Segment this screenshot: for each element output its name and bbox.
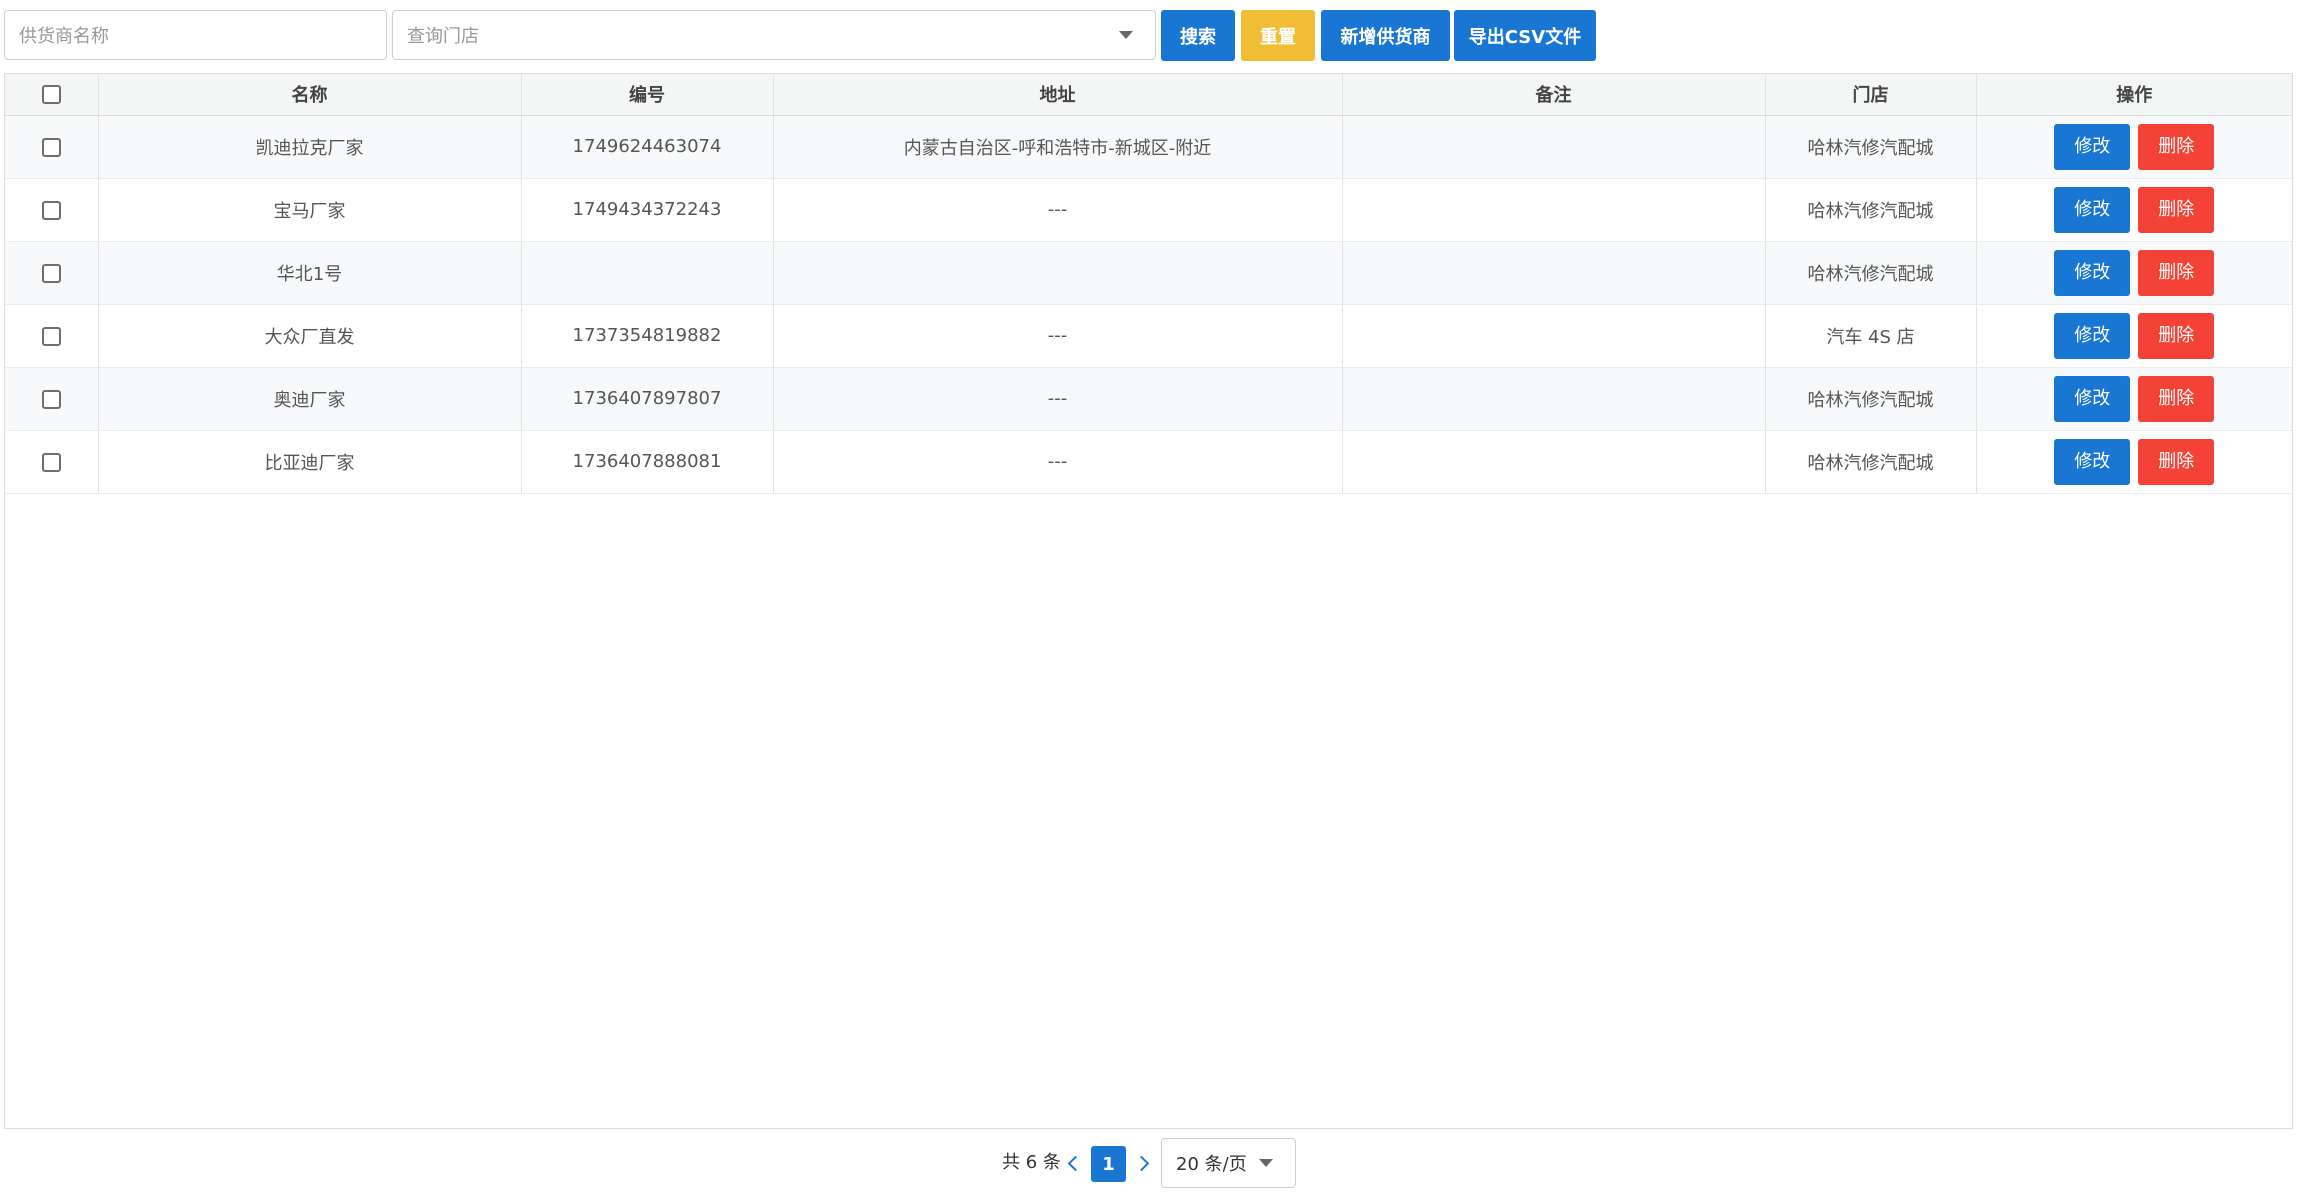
column-header-name[interactable]: 名称 [98, 74, 522, 116]
table-row: 奥迪厂家 1736407897807 --- 哈林汽修汽配城 修改 删除 [5, 367, 2292, 431]
cell-address [773, 241, 1343, 305]
cell-store: 哈林汽修汽配城 [1765, 241, 1977, 305]
row-checkbox[interactable] [41, 263, 61, 283]
row-checkbox[interactable] [41, 326, 61, 346]
cell-code: 1749434372243 [521, 178, 774, 242]
page-size-label: 20 条/页 [1176, 1154, 1247, 1175]
supplier-name-placeholder: 供货商名称 [19, 26, 109, 47]
table-row: 凯迪拉克厂家 1749624463074 内蒙古自治区-呼和浩特市-新城区-附近… [5, 115, 2292, 179]
cell-address: 内蒙古自治区-呼和浩特市-新城区-附近 [773, 115, 1343, 179]
dropdown-caret-icon [1259, 1159, 1273, 1167]
column-header-store[interactable]: 门店 [1765, 74, 1977, 116]
column-header-code[interactable]: 编号 [521, 74, 774, 116]
select-all-cell [5, 74, 99, 116]
export-csv-button[interactable]: 导出CSV文件 [1454, 10, 1596, 61]
column-header-actions: 操作 [1976, 74, 2292, 116]
table-row: 比亚迪厂家 1736407888081 --- 哈林汽修汽配城 修改 删除 [5, 430, 2292, 494]
table-row: 宝马厂家 1749434372243 --- 哈林汽修汽配城 修改 删除 [5, 178, 2292, 242]
total-count: 共 6 条 [1002, 1152, 1061, 1173]
page-number-button[interactable]: 1 [1091, 1146, 1126, 1182]
edit-button[interactable]: 修改 [2054, 186, 2131, 233]
chevron-left-icon [1067, 1155, 1083, 1171]
cell-address: --- [773, 304, 1343, 368]
supplier-table: 名称 编号 地址 备注 门店 操作 凯迪拉克厂家 1749624463074 内… [4, 73, 2293, 1129]
cell-name: 奥迪厂家 [98, 367, 522, 431]
edit-button[interactable]: 修改 [2054, 123, 2131, 170]
cell-actions: 修改 删除 [1976, 367, 2292, 431]
delete-button[interactable]: 删除 [2138, 249, 2215, 296]
table-row: 华北1号 哈林汽修汽配城 修改 删除 [5, 241, 2292, 305]
cell-code: 1749624463074 [521, 115, 774, 179]
cell-name: 凯迪拉克厂家 [98, 115, 522, 179]
delete-button[interactable]: 删除 [2138, 438, 2215, 485]
cell-name: 比亚迪厂家 [98, 430, 522, 494]
delete-button[interactable]: 删除 [2138, 123, 2215, 170]
page-size-select[interactable]: 20 条/页 [1161, 1138, 1296, 1188]
table-header-row: 名称 编号 地址 备注 门店 操作 [5, 74, 2292, 116]
delete-button[interactable]: 删除 [2138, 312, 2215, 359]
cell-remark [1342, 241, 1766, 305]
row-checkbox[interactable] [41, 389, 61, 409]
cell-name: 大众厂直发 [98, 304, 522, 368]
cell-remark [1342, 430, 1766, 494]
store-select[interactable]: 查询门店 [392, 10, 1156, 60]
chevron-right-icon [1133, 1155, 1149, 1171]
cell-address: --- [773, 430, 1343, 494]
row-checkbox[interactable] [41, 200, 61, 220]
cell-actions: 修改 删除 [1976, 430, 2292, 494]
cell-store: 哈林汽修汽配城 [1765, 430, 1977, 494]
cell-actions: 修改 删除 [1976, 115, 2292, 179]
prev-page-button[interactable] [1063, 1138, 1083, 1188]
cell-actions: 修改 删除 [1976, 304, 2292, 368]
store-select-placeholder: 查询门店 [407, 26, 479, 47]
cell-store: 汽车 4S 店 [1765, 304, 1977, 368]
row-checkbox[interactable] [41, 137, 61, 157]
edit-button[interactable]: 修改 [2054, 438, 2131, 485]
cell-remark [1342, 178, 1766, 242]
pagination: 共 6 条 1 20 条/页 [0, 1138, 2304, 1190]
column-header-remark[interactable]: 备注 [1342, 74, 1766, 116]
cell-code: 1737354819882 [521, 304, 774, 368]
cell-store: 哈林汽修汽配城 [1765, 115, 1977, 179]
table-row: 大众厂直发 1737354819882 --- 汽车 4S 店 修改 删除 [5, 304, 2292, 368]
edit-button[interactable]: 修改 [2054, 249, 2131, 296]
reset-button[interactable]: 重置 [1241, 10, 1315, 61]
column-header-address[interactable]: 地址 [773, 74, 1343, 116]
edit-button[interactable]: 修改 [2054, 375, 2131, 422]
cell-remark [1342, 367, 1766, 431]
cell-remark [1342, 115, 1766, 179]
delete-button[interactable]: 删除 [2138, 375, 2215, 422]
cell-name: 宝马厂家 [98, 178, 522, 242]
cell-remark [1342, 304, 1766, 368]
search-button[interactable]: 搜索 [1161, 10, 1235, 61]
toolbar: 供货商名称 查询门店 搜索 重置 新增供货商 导出CSV文件 [0, 0, 2304, 70]
edit-button[interactable]: 修改 [2054, 312, 2131, 359]
cell-actions: 修改 删除 [1976, 178, 2292, 242]
cell-actions: 修改 删除 [1976, 241, 2292, 305]
row-checkbox[interactable] [41, 452, 61, 472]
dropdown-caret-icon [1119, 31, 1133, 39]
cell-code: 1736407897807 [521, 367, 774, 431]
cell-code: 1736407888081 [521, 430, 774, 494]
cell-store: 哈林汽修汽配城 [1765, 178, 1977, 242]
next-page-button[interactable] [1133, 1138, 1153, 1188]
cell-address: --- [773, 178, 1343, 242]
cell-code [521, 241, 774, 305]
cell-name: 华北1号 [98, 241, 522, 305]
delete-button[interactable]: 删除 [2138, 186, 2215, 233]
cell-store: 哈林汽修汽配城 [1765, 367, 1977, 431]
select-all-checkbox[interactable] [41, 85, 61, 105]
cell-address: --- [773, 367, 1343, 431]
add-supplier-button[interactable]: 新增供货商 [1321, 10, 1450, 61]
supplier-name-input[interactable]: 供货商名称 [4, 10, 387, 60]
